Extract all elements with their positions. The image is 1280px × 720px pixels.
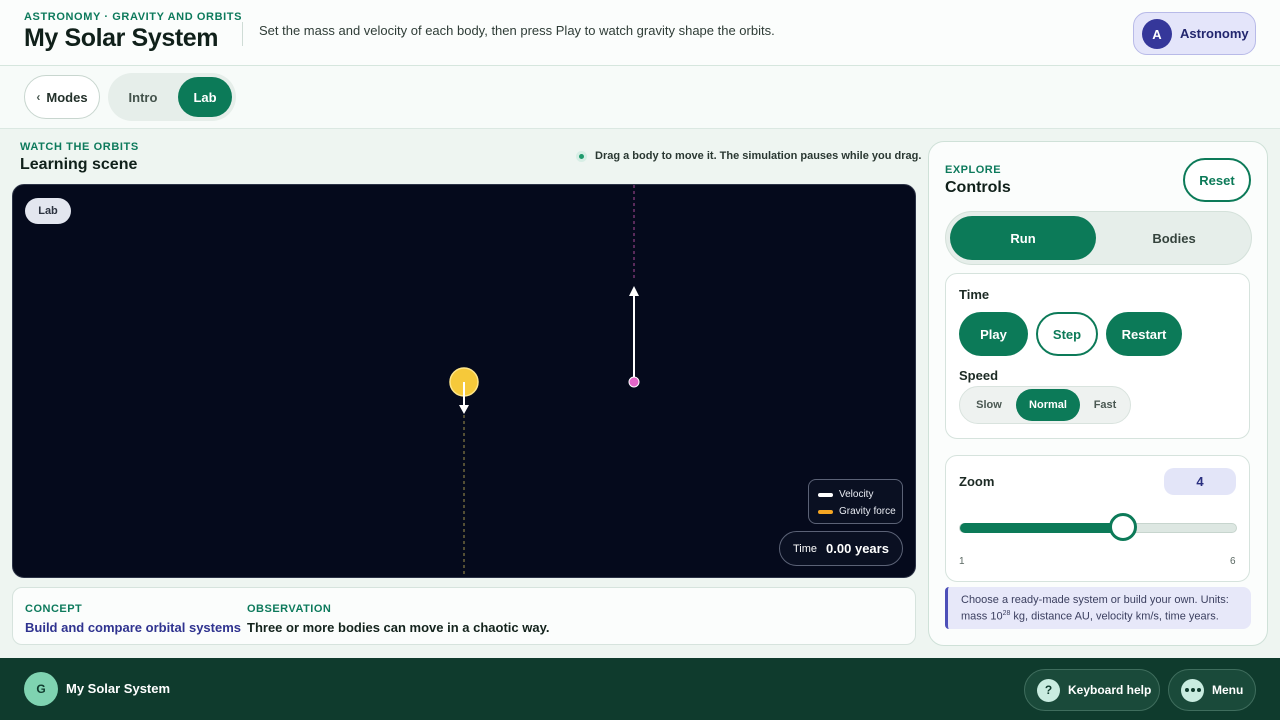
units-info-line1: Choose a ready-made system or build your… <box>961 594 1229 606</box>
play-button[interactable]: Play <box>959 312 1028 356</box>
concept-label: CONCEPT <box>25 603 83 615</box>
time-readout-label: Time <box>793 542 818 555</box>
lab-chip: Lab <box>25 198 71 224</box>
time-readout-value: 0.00 years <box>826 541 889 556</box>
speed-section-label: Speed <box>959 368 999 383</box>
concept-panel: CONCEPT Build and compare orbital system… <box>12 587 916 645</box>
controls-title: Controls <box>945 179 1011 196</box>
modes-label: Modes <box>46 89 88 105</box>
legend-gravity-label: Gravity force <box>839 506 896 517</box>
controls-panel: EXPLORE Controls Reset Run Bodies Time P… <box>928 141 1268 646</box>
scene-eyebrow: WATCH THE ORBITS <box>20 141 139 153</box>
tab-bodies[interactable]: Bodies <box>1101 216 1247 260</box>
star-velocity-arrowhead <box>459 405 469 414</box>
drag-hint: Drag a body to move it. The simulation p… <box>576 150 921 162</box>
app-header: ASTRONOMY · GRAVITY AND ORBITS My Solar … <box>0 0 1280 66</box>
menu-button[interactable]: Menu <box>1168 669 1256 711</box>
controls-eyebrow: EXPLORE <box>945 164 1002 176</box>
footer-avatar: G <box>24 672 58 706</box>
time-section-label: Time <box>959 287 990 302</box>
orbit-drawing <box>449 185 640 577</box>
footer-title: My Solar System <box>66 681 171 696</box>
step-button[interactable]: Step <box>1036 312 1098 356</box>
tab-intro[interactable]: Intro <box>116 77 170 117</box>
units-info: Choose a ready-made system or build your… <box>945 587 1251 629</box>
zoom-min-label: 1 <box>959 556 965 567</box>
mode-switch: Intro Lab <box>108 73 236 121</box>
concept-text: Build and compare orbital systems <box>25 620 242 635</box>
speed-slow[interactable]: Slow <box>964 389 1014 421</box>
menu-label: Menu <box>1212 683 1244 697</box>
zoom-card: Zoom 4 1 6 <box>945 455 1250 582</box>
app-footer: G My Solar System ? Keyboard help Menu <box>0 658 1280 720</box>
zoom-slider-fill <box>960 523 1125 533</box>
gravity-swatch <box>818 509 833 514</box>
zoom-slider-thumb[interactable] <box>1109 513 1138 541</box>
subject-avatar: A <box>1142 19 1172 49</box>
legend-gravity: Gravity force <box>818 503 902 520</box>
subject-badge-label: Astronomy <box>1180 26 1249 41</box>
keyboard-help-label: Keyboard help <box>1068 683 1152 697</box>
units-info-rest: kg, distance AU, velocity km/s, time yea… <box>1010 610 1219 623</box>
title-divider <box>242 22 243 46</box>
keyboard-help-button[interactable]: ? Keyboard help <box>1024 669 1160 711</box>
legend-velocity: Velocity <box>818 486 902 503</box>
zoom-value: 4 <box>1164 468 1236 495</box>
restart-button[interactable]: Restart <box>1106 312 1182 356</box>
tab-lab[interactable]: Lab <box>178 77 232 117</box>
time-card: Time Play Step Restart Speed Slow Normal… <box>945 273 1250 439</box>
controls-tabs: Run Bodies <box>945 211 1252 265</box>
reset-button[interactable]: Reset <box>1183 158 1251 202</box>
planet-velocity-arrowhead <box>629 286 639 296</box>
units-mass-prefix: mass 10 <box>961 610 1003 623</box>
chevron-left-icon: ‹ <box>36 90 41 104</box>
speed-fast[interactable]: Fast <box>1082 389 1128 421</box>
drag-hint-text: Drag a body to move it. The simulation p… <box>595 150 922 162</box>
app-title: My Solar System <box>24 24 219 52</box>
more-dots-icon <box>1181 678 1204 702</box>
units-info-line2: mass 1028 kg, distance AU, velocity km/s… <box>961 607 1251 624</box>
scene-title: Learning scene <box>20 156 138 173</box>
help-icon: ? <box>1037 678 1060 702</box>
vector-legend: Velocity Gravity force <box>808 479 903 524</box>
tab-run[interactable]: Run <box>950 216 1096 260</box>
app-subtitle: Set the mass and velocity of each body, … <box>259 23 775 38</box>
speed-selector: Slow Normal Fast <box>959 386 1131 424</box>
mode-bar: ‹ Modes Intro Lab <box>0 66 1280 129</box>
modes-back-button[interactable]: ‹ Modes <box>24 75 100 119</box>
speed-normal[interactable]: Normal <box>1016 389 1080 421</box>
observation-text: Three or more bodies can move in a chaot… <box>247 620 550 635</box>
time-readout: Time 0.00 years <box>779 531 903 566</box>
planet-body[interactable] <box>628 376 640 388</box>
zoom-slider-track[interactable] <box>959 523 1237 533</box>
simulation-canvas[interactable]: Lab Velocity Gravity force Time 0.00 yea… <box>12 184 916 578</box>
zoom-max-label: 6 <box>1230 556 1236 567</box>
subject-eyebrow: ASTRONOMY · GRAVITY AND ORBITS <box>24 11 243 23</box>
subject-badge[interactable]: A Astronomy <box>1133 12 1256 55</box>
observation-label: OBSERVATION <box>247 603 332 615</box>
velocity-swatch <box>818 492 833 497</box>
zoom-label: Zoom <box>959 474 995 489</box>
legend-velocity-label: Velocity <box>839 489 874 500</box>
status-dot-icon <box>576 150 587 162</box>
